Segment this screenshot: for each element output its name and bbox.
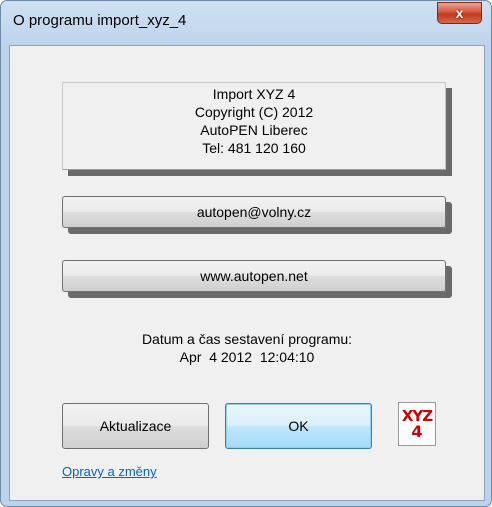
product-name: Import XYZ 4 bbox=[212, 86, 296, 102]
company-name: AutoPEN Liberec bbox=[200, 122, 308, 138]
build-date-value: Apr 4 2012 12:04:10 bbox=[179, 349, 315, 365]
update-button[interactable]: Aktualizace bbox=[62, 403, 209, 449]
logo-text-version: 4 bbox=[411, 422, 423, 441]
close-button[interactable]: x bbox=[437, 2, 482, 24]
changes-link[interactable]: Opravy a změny bbox=[62, 464, 157, 479]
copyright-text: Copyright (C) 2012 bbox=[194, 104, 314, 120]
dialog-content: Import XYZ 4 Copyright (C) 2012 AutoPEN … bbox=[9, 45, 485, 501]
close-icon: x bbox=[455, 5, 464, 21]
xyz-logo-icon: XYZ 4 bbox=[398, 402, 436, 446]
build-date-label: Datum a čas sestavení programu: bbox=[141, 331, 353, 347]
about-info-box: Import XYZ 4 Copyright (C) 2012 AutoPEN … bbox=[62, 82, 446, 170]
email-button[interactable]: autopen@volny.cz bbox=[62, 196, 446, 228]
website-button[interactable]: www.autopen.net bbox=[62, 260, 446, 292]
ok-button[interactable]: OK bbox=[225, 403, 372, 449]
window-title: O programu import_xyz_4 bbox=[13, 12, 187, 29]
phone-number: Tel: 481 120 160 bbox=[202, 140, 306, 156]
dialog-window: O programu import_xyz_4 x Import XYZ 4 C… bbox=[0, 0, 492, 507]
